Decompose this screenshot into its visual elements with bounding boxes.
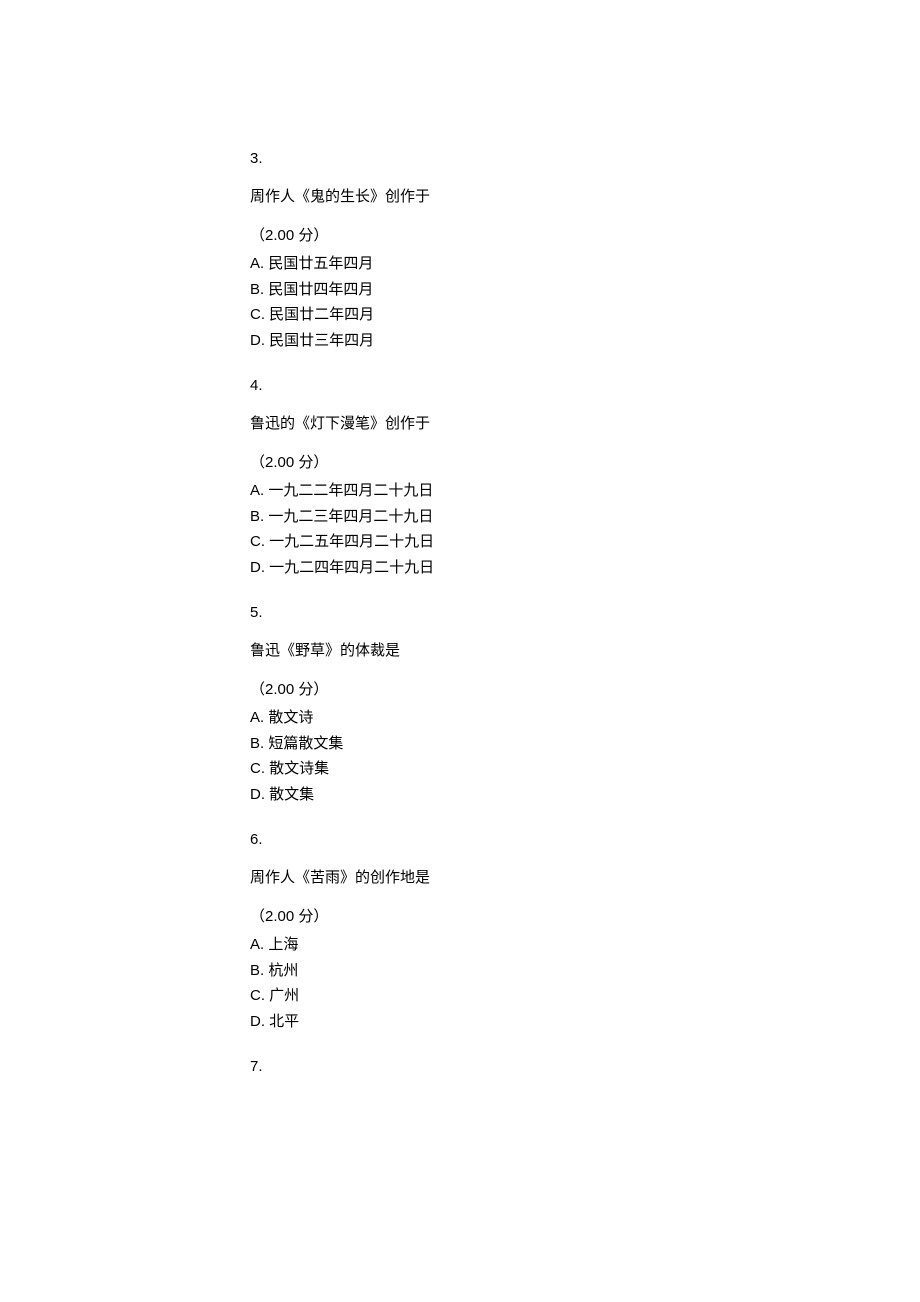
option-letter: B. (250, 281, 264, 298)
option-letter: D. (250, 1013, 265, 1030)
option-letter: B. (250, 735, 264, 752)
option-text: 一九二三年四月二十九日 (268, 508, 433, 525)
question: 6.周作人《苦雨》的创作地是（2.00 分）A. 上海B. 杭州C. 广州D. … (250, 831, 920, 1034)
question-option: C. 一九二五年四月二十九日 (250, 529, 920, 555)
question-points: （2.00 分） (250, 451, 920, 472)
question-option: C. 散文诗集 (250, 756, 920, 782)
question-points: （2.00 分） (250, 224, 920, 245)
option-text: 一九二四年四月二十九日 (269, 559, 434, 576)
option-text: 一九二二年四月二十九日 (268, 482, 433, 499)
option-text: 民国廿四年四月 (268, 281, 373, 298)
question-option: D. 民国廿三年四月 (250, 328, 920, 354)
question: 3.周作人《鬼的生长》创作于（2.00 分）A. 民国廿五年四月B. 民国廿四年… (250, 150, 920, 353)
option-text: 短篇散文集 (268, 735, 343, 752)
question-stem: 鲁迅的《灯下漫笔》创作于 (250, 412, 920, 433)
option-letter: D. (250, 786, 265, 803)
question-points: （2.00 分） (250, 678, 920, 699)
question-option: C. 广州 (250, 983, 920, 1009)
option-letter: A. (250, 936, 264, 953)
question: 5.鲁迅《野草》的体裁是（2.00 分）A. 散文诗B. 短篇散文集C. 散文诗… (250, 604, 920, 807)
question-option: A. 民国廿五年四月 (250, 251, 920, 277)
option-text: 散文诗 (268, 709, 313, 726)
question-stem: 周作人《鬼的生长》创作于 (250, 185, 920, 206)
option-letter: B. (250, 962, 264, 979)
question-number: 6. (250, 831, 920, 848)
question-list: 3.周作人《鬼的生长》创作于（2.00 分）A. 民国廿五年四月B. 民国廿四年… (250, 150, 920, 1075)
option-letter: A. (250, 709, 264, 726)
question-option: B. 杭州 (250, 958, 920, 984)
question-option: B. 民国廿四年四月 (250, 277, 920, 303)
question-stem: 周作人《苦雨》的创作地是 (250, 866, 920, 887)
option-text: 杭州 (268, 962, 298, 979)
option-letter: B. (250, 508, 264, 525)
option-text: 一九二五年四月二十九日 (269, 533, 434, 550)
option-letter: C. (250, 987, 265, 1004)
question: 4.鲁迅的《灯下漫笔》创作于（2.00 分）A. 一九二二年四月二十九日B. 一… (250, 377, 920, 580)
option-text: 广州 (269, 987, 299, 1004)
option-letter: C. (250, 533, 265, 550)
option-letter: D. (250, 332, 265, 349)
option-text: 民国廿二年四月 (269, 306, 374, 323)
question-number: 7. (250, 1058, 920, 1075)
option-letter: C. (250, 306, 265, 323)
option-letter: A. (250, 255, 264, 272)
question-option: D. 一九二四年四月二十九日 (250, 555, 920, 581)
question-option: D. 北平 (250, 1009, 920, 1035)
question-option: D. 散文集 (250, 782, 920, 808)
question-option: A. 一九二二年四月二十九日 (250, 478, 920, 504)
question-number: 4. (250, 377, 920, 394)
question-option: A. 散文诗 (250, 705, 920, 731)
question-option: A. 上海 (250, 932, 920, 958)
question-option: B. 一九二三年四月二十九日 (250, 504, 920, 530)
question-number: 3. (250, 150, 920, 167)
option-letter: C. (250, 760, 265, 777)
question-option: B. 短篇散文集 (250, 731, 920, 757)
option-letter: D. (250, 559, 265, 576)
question-option: C. 民国廿二年四月 (250, 302, 920, 328)
question-number: 5. (250, 604, 920, 621)
option-text: 北平 (269, 1013, 299, 1030)
option-text: 散文诗集 (269, 760, 329, 777)
question-points: （2.00 分） (250, 905, 920, 926)
option-text: 民国廿三年四月 (269, 332, 374, 349)
question-stem: 鲁迅《野草》的体裁是 (250, 639, 920, 660)
option-text: 散文集 (269, 786, 314, 803)
question: 7. (250, 1058, 920, 1075)
option-text: 上海 (268, 936, 298, 953)
option-letter: A. (250, 482, 264, 499)
option-text: 民国廿五年四月 (268, 255, 373, 272)
